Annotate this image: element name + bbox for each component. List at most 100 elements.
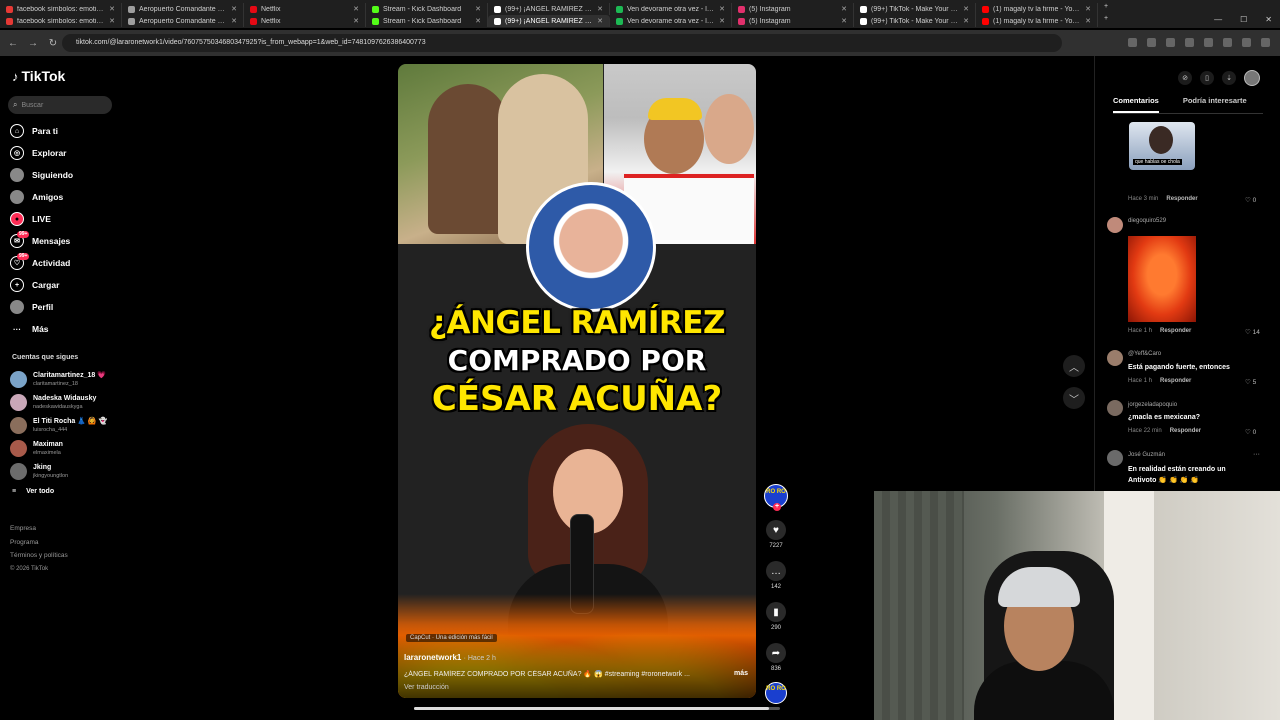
commenter-avatar[interactable] (1107, 350, 1123, 366)
creator-avatar[interactable]: RO RO + (764, 484, 788, 511)
minimize-icon[interactable]: — (1214, 15, 1222, 24)
close-tab-icon[interactable]: ✕ (841, 5, 847, 13)
url-bar[interactable]: tiktok.com/@lararonetwork1/video/7607575… (62, 34, 1062, 52)
close-tab-icon[interactable]: ✕ (963, 5, 969, 13)
account-avatar[interactable] (10, 394, 27, 411)
video-progress-bar[interactable] (414, 707, 780, 710)
browser-tab[interactable]: Aeropuerto Comandante FAP ✕ (122, 3, 244, 15)
nav-item[interactable]: Perfil (10, 296, 120, 318)
commenter-avatar[interactable] (1107, 450, 1123, 466)
close-tab-icon[interactable]: ✕ (1085, 5, 1091, 13)
followed-account[interactable]: Maximan elmaximela (10, 437, 120, 460)
browser-tab[interactable]: Ven devorame otra vez - letra ✕ (610, 15, 732, 27)
sound-avatar[interactable]: RO RO (765, 682, 787, 704)
follow-plus-icon[interactable]: + (773, 503, 781, 511)
more-link[interactable]: más (734, 670, 748, 677)
account-avatar[interactable] (10, 371, 27, 388)
browser-tab[interactable]: Stream - Kick Dashboard ✕ (366, 15, 488, 27)
next-video-button[interactable]: ﹀ (1063, 387, 1085, 409)
nav-item[interactable]: ✉ 99+ Mensajes (10, 230, 120, 252)
tab-comments[interactable]: Comentarios (1113, 96, 1159, 113)
bookmark-icon[interactable] (1166, 38, 1175, 47)
previous-video-button[interactable]: ︿ (1063, 355, 1085, 377)
close-tab-icon[interactable]: ✕ (231, 17, 237, 25)
nav-item[interactable]: + Cargar (10, 274, 120, 296)
share-action[interactable]: ➦ 836 (762, 643, 790, 672)
browser-tab[interactable]: facebook símbolos: emoticono ✕ (0, 3, 122, 15)
nav-item[interactable]: Siguiendo (10, 164, 120, 186)
tab-recommended[interactable]: Podría interesarte (1183, 96, 1247, 113)
like-action[interactable]: ♥ 7227 (762, 520, 790, 549)
comment-icon[interactable]: … (766, 561, 786, 581)
comment-action[interactable]: … 142 (762, 561, 790, 590)
close-tab-icon[interactable]: ✕ (353, 17, 359, 25)
tiktok-logo[interactable]: ♪ TikTok (12, 68, 65, 84)
close-tab-icon[interactable]: ✕ (1085, 17, 1091, 25)
close-tab-icon[interactable]: ✕ (841, 17, 847, 25)
extension-icon[interactable] (1204, 38, 1213, 47)
browser-tab[interactable]: Netflix ✕ (244, 3, 366, 15)
browser-tab[interactable]: (99+) ¡ÁNGEL RAMÍREZ COMP ✕ (488, 15, 610, 27)
browser-tab[interactable]: (99+) TikTok - Make Your Day ✕ (854, 15, 976, 27)
account-avatar[interactable] (10, 463, 27, 480)
browser-tab[interactable]: (5) Instagram ✕ (732, 15, 854, 27)
reply-link[interactable]: Responder (1170, 428, 1201, 434)
followed-account[interactable]: Claritamartinez_18 💗 claritamartinez_18 (10, 368, 120, 391)
comment-like[interactable]: ♡ 5 (1245, 378, 1256, 386)
nav-item[interactable]: Amigos (10, 186, 120, 208)
browser-tab[interactable]: Netflix ✕ (244, 15, 366, 27)
commenter-name[interactable]: @Yeff&Caro (1128, 351, 1161, 357)
download-icon[interactable]: ⇣ (1222, 71, 1236, 85)
nav-item[interactable]: ⌂ Para ti (10, 120, 120, 142)
account-avatar[interactable] (10, 440, 27, 457)
bookmark-icon[interactable]: ▮ (766, 602, 786, 622)
author-name[interactable]: lararonetwork1 (404, 653, 461, 662)
comment-like[interactable]: ♡ 0 (1245, 196, 1256, 204)
nav-item[interactable]: ● LIVE (10, 208, 120, 230)
share-icon[interactable]: ➦ (766, 643, 786, 663)
commenter-avatar[interactable] (1107, 217, 1123, 233)
close-tab-icon[interactable]: ✕ (353, 5, 359, 13)
translate-icon[interactable] (1128, 38, 1137, 47)
close-tab-icon[interactable]: ✕ (231, 5, 237, 13)
profile-icon[interactable] (1242, 38, 1251, 47)
commenter-name[interactable]: jorgezeladapoquio (1128, 402, 1177, 408)
browser-tab[interactable]: Aeropuerto Comandante FAP ✕ (122, 15, 244, 27)
video-player[interactable]: ¿ÁNGEL RAMÍREZ COMPRADO POR CÉSAR ACUÑA?… (398, 64, 756, 698)
followed-account[interactable]: El Titi Rocha 👗 🙆 👻 luisrocha_444 (10, 414, 120, 437)
phone-icon[interactable]: ▯ (1200, 71, 1214, 85)
comment-like[interactable]: ♡ 0 (1245, 428, 1256, 436)
close-tab-icon[interactable]: ✕ (475, 5, 481, 13)
close-tab-icon[interactable]: ✕ (597, 5, 603, 13)
browser-tab[interactable]: (5) Instagram ✕ (732, 3, 854, 15)
extension-icon[interactable] (1223, 38, 1232, 47)
see-all-button[interactable]: ≡ Ver todo (10, 483, 120, 499)
browser-tab[interactable]: (1) magaly tv la firme - YouTube ✕ (976, 3, 1098, 15)
user-avatar[interactable] (1244, 70, 1260, 86)
extension-icon[interactable] (1185, 38, 1194, 47)
reload-icon[interactable]: ↻ (46, 38, 60, 49)
nav-item[interactable]: ··· Más (10, 318, 120, 340)
close-window-icon[interactable]: ✕ (1265, 15, 1272, 24)
close-tab-icon[interactable]: ✕ (109, 17, 115, 25)
browser-tab[interactable]: (99+) TikTok - Make Your Day ✕ (854, 3, 976, 15)
close-tab-icon[interactable]: ✕ (719, 17, 725, 25)
reply-link[interactable]: Responder (1160, 328, 1191, 334)
reply-link[interactable]: Responder (1160, 378, 1191, 384)
settings-icon[interactable]: ⊘ (1178, 71, 1192, 85)
reply-link[interactable]: Responder (1166, 196, 1197, 202)
followed-account[interactable]: Nadeska Widausky nadeskawidauskyga (10, 391, 120, 414)
comment-like[interactable]: ♡ 14 (1245, 328, 1260, 336)
new-tab-icon[interactable]: + (1098, 15, 1114, 29)
browser-tab[interactable]: Ven devorame otra vez - letra ✕ (610, 3, 732, 15)
footer-link[interactable]: Empresa (10, 522, 68, 536)
followed-account[interactable]: Jking jkingyoungtlon (10, 460, 120, 483)
browser-tab[interactable]: (1) magaly tv la firme - YouTube ✕ (976, 15, 1098, 27)
account-avatar[interactable] (10, 417, 27, 434)
capcut-tag[interactable]: CapCut · Una edición más fácil (406, 634, 497, 642)
nav-item[interactable]: ◎ Explorar (10, 142, 120, 164)
footer-link[interactable]: Programa (10, 536, 68, 550)
maximize-icon[interactable]: ☐ (1240, 15, 1247, 24)
browser-tab[interactable]: (99+) ¡ÁNGEL RAMÍREZ COMP ✕ (488, 3, 610, 15)
browser-tab[interactable]: Stream - Kick Dashboard ✕ (366, 3, 488, 15)
